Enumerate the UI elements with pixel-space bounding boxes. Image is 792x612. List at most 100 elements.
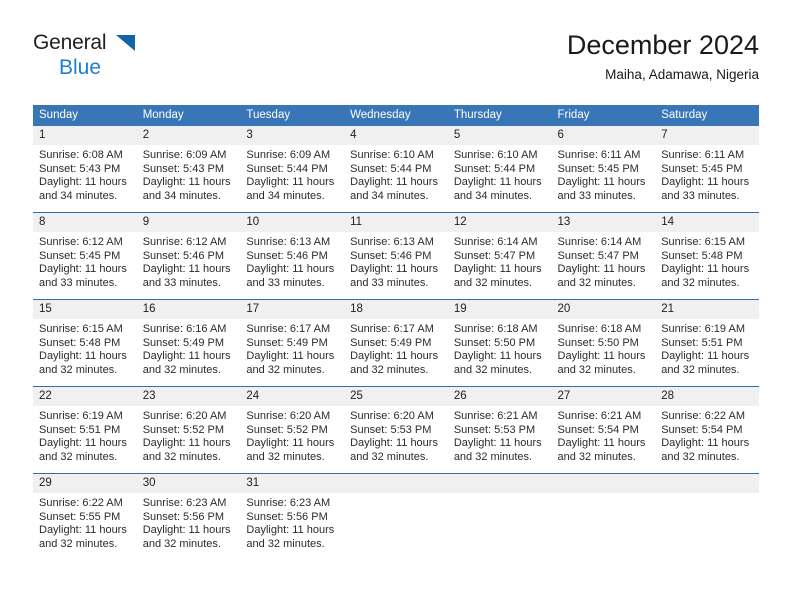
calendar-day-cell[interactable]: 17 Sunrise: 6:17 AM Sunset: 5:49 PM Dayl… [240,299,345,387]
sunset-text: Sunset: 5:44 PM [350,162,432,175]
sunset-text: Sunset: 5:48 PM [39,336,121,349]
day-number: 1 [33,126,137,145]
daylight-text: Daylight: 11 hours and 32 minutes. [453,263,542,289]
day-details: Sunrise: 6:08 AM Sunset: 5:43 PM Dayligh… [33,145,137,203]
sunrise-text: Sunrise: 6:22 AM [39,497,123,509]
day-number: 23 [136,387,241,406]
sunset-text: Sunset: 5:51 PM [39,423,121,436]
sunrise-text: Sunrise: 6:22 AM [661,410,745,422]
sunrise-text: Sunrise: 6:18 AM [453,323,538,335]
daylight-text: Daylight: 11 hours and 33 minutes. [557,176,646,202]
calendar-day-cell[interactable]: 28 Sunrise: 6:22 AM Sunset: 5:54 PM Dayl… [655,386,759,474]
calendar-day-cell[interactable]: 1 Sunrise: 6:08 AM Sunset: 5:43 PM Dayli… [33,126,137,213]
calendar-day-cell[interactable]: 21 Sunrise: 6:19 AM Sunset: 5:51 PM Dayl… [655,299,759,387]
sunrise-text: Sunrise: 6:20 AM [246,410,331,422]
daylight-text: Daylight: 11 hours and 32 minutes. [557,263,646,289]
day-number: 15 [33,300,137,319]
calendar-day-cell[interactable]: 11 Sunrise: 6:13 AM Sunset: 5:46 PM Dayl… [344,212,448,300]
sunset-text: Sunset: 5:45 PM [39,249,121,262]
daylight-text: Daylight: 11 hours and 33 minutes. [246,263,335,289]
daylight-text: Daylight: 11 hours and 32 minutes. [246,437,335,463]
sunrise-text: Sunrise: 6:15 AM [39,323,123,335]
calendar-day-cell[interactable]: 25 Sunrise: 6:20 AM Sunset: 5:53 PM Dayl… [344,386,448,474]
daylight-text: Daylight: 11 hours and 32 minutes. [142,350,231,376]
sunset-text: Sunset: 5:44 PM [453,162,536,175]
day-number: 11 [344,213,448,232]
day-details: Sunrise: 6:17 AM Sunset: 5:49 PM Dayligh… [240,319,344,377]
daylight-text: Daylight: 11 hours and 32 minutes. [350,437,438,463]
sunrise-text: Sunrise: 6:17 AM [350,323,434,335]
day-details: Sunrise: 6:19 AM Sunset: 5:51 PM Dayligh… [33,406,137,464]
day-details: Sunrise: 6:19 AM Sunset: 5:51 PM Dayligh… [655,319,759,377]
daylight-text: Daylight: 11 hours and 34 minutes. [350,176,438,202]
sunset-text: Sunset: 5:51 PM [661,336,743,349]
day-number: 28 [655,387,759,406]
sunrise-text: Sunrise: 6:19 AM [661,323,745,335]
calendar-day-cell[interactable]: 12 Sunrise: 6:14 AM Sunset: 5:47 PM Dayl… [447,212,552,300]
day-details: Sunrise: 6:22 AM Sunset: 5:55 PM Dayligh… [33,493,137,551]
day-number: 16 [136,300,241,319]
calendar-day-cell[interactable]: 30 Sunrise: 6:23 AM Sunset: 5:56 PM Dayl… [136,473,241,560]
day-details: Sunrise: 6:15 AM Sunset: 5:48 PM Dayligh… [655,232,759,290]
weekday-header-wednesday: Wednesday [344,105,448,126]
calendar-day-cell[interactable]: 20 Sunrise: 6:18 AM Sunset: 5:50 PM Dayl… [551,299,656,387]
calendar-day-cell[interactable]: 8 Sunrise: 6:12 AM Sunset: 5:45 PM Dayli… [33,212,137,300]
sunset-text: Sunset: 5:45 PM [661,162,743,175]
weekday-header-tuesday: Tuesday [240,105,345,126]
weekday-header-saturday: Saturday [655,105,759,126]
day-number: 20 [551,300,656,319]
calendar-day-cell[interactable]: 2 Sunrise: 6:09 AM Sunset: 5:43 PM Dayli… [136,126,241,213]
calendar-day-cell[interactable]: 31 Sunrise: 6:23 AM Sunset: 5:56 PM Dayl… [240,473,345,560]
day-number: 30 [136,474,241,493]
day-details: Sunrise: 6:12 AM Sunset: 5:46 PM Dayligh… [137,232,241,290]
calendar-day-cell[interactable]: 24 Sunrise: 6:20 AM Sunset: 5:52 PM Dayl… [240,386,345,474]
day-details: Sunrise: 6:22 AM Sunset: 5:54 PM Dayligh… [655,406,759,464]
calendar-day-cell[interactable]: 26 Sunrise: 6:21 AM Sunset: 5:53 PM Dayl… [447,386,552,474]
calendar-day-cell[interactable]: 22 Sunrise: 6:19 AM Sunset: 5:51 PM Dayl… [33,386,137,474]
sunrise-text: Sunrise: 6:13 AM [350,236,434,248]
day-number: 22 [33,387,137,406]
calendar-day-cell[interactable]: 3 Sunrise: 6:09 AM Sunset: 5:44 PM Dayli… [240,126,345,213]
brand-logo[interactable]: General Blue [33,32,153,84]
weekday-header-monday: Monday [136,105,241,126]
calendar-day-cell[interactable]: 5 Sunrise: 6:10 AM Sunset: 5:44 PM Dayli… [447,126,552,213]
sunrise-text: Sunrise: 6:11 AM [661,149,745,161]
calendar-day-cell[interactable]: 6 Sunrise: 6:11 AM Sunset: 5:45 PM Dayli… [551,126,656,213]
day-details: Sunrise: 6:13 AM Sunset: 5:46 PM Dayligh… [344,232,448,290]
day-number: 6 [551,126,656,145]
daylight-text: Daylight: 11 hours and 33 minutes. [39,263,127,289]
daylight-text: Daylight: 11 hours and 32 minutes. [453,350,542,376]
sunrise-text: Sunrise: 6:10 AM [453,149,538,161]
calendar-day-cell[interactable]: 14 Sunrise: 6:15 AM Sunset: 5:48 PM Dayl… [655,212,759,300]
calendar-week-row: 22 Sunrise: 6:19 AM Sunset: 5:51 PM Dayl… [33,386,759,474]
calendar-day-cell[interactable]: 27 Sunrise: 6:21 AM Sunset: 5:54 PM Dayl… [551,386,656,474]
calendar-day-cell[interactable]: 16 Sunrise: 6:16 AM Sunset: 5:49 PM Dayl… [136,299,241,387]
daylight-text: Daylight: 11 hours and 34 minutes. [246,176,335,202]
calendar-day-cell[interactable]: 19 Sunrise: 6:18 AM Sunset: 5:50 PM Dayl… [447,299,552,387]
day-details: Sunrise: 6:17 AM Sunset: 5:49 PM Dayligh… [344,319,448,377]
day-details: Sunrise: 6:09 AM Sunset: 5:44 PM Dayligh… [240,145,344,203]
day-number: 18 [344,300,448,319]
page-title: December 2024 [566,30,759,60]
daylight-text: Daylight: 11 hours and 34 minutes. [39,176,127,202]
calendar-day-cell[interactable]: 13 Sunrise: 6:14 AM Sunset: 5:47 PM Dayl… [551,212,656,300]
day-number: 19 [447,300,552,319]
calendar-day-cell[interactable]: 4 Sunrise: 6:10 AM Sunset: 5:44 PM Dayli… [344,126,448,213]
calendar-day-cell[interactable]: 9 Sunrise: 6:12 AM Sunset: 5:46 PM Dayli… [136,212,241,300]
calendar-day-cell[interactable]: 18 Sunrise: 6:17 AM Sunset: 5:49 PM Dayl… [344,299,448,387]
day-details: Sunrise: 6:10 AM Sunset: 5:44 PM Dayligh… [344,145,448,203]
calendar-day-cell[interactable]: 15 Sunrise: 6:15 AM Sunset: 5:48 PM Dayl… [33,299,137,387]
calendar-day-cell[interactable]: 10 Sunrise: 6:13 AM Sunset: 5:46 PM Dayl… [240,212,345,300]
sunset-text: Sunset: 5:47 PM [453,249,536,262]
sunset-text: Sunset: 5:48 PM [661,249,743,262]
daylight-text: Daylight: 11 hours and 32 minutes. [39,437,127,463]
day-number: 27 [551,387,656,406]
calendar-day-cell[interactable]: 29 Sunrise: 6:22 AM Sunset: 5:55 PM Dayl… [33,473,137,560]
sunrise-text: Sunrise: 6:17 AM [246,323,331,335]
calendar-day-cell[interactable]: 7 Sunrise: 6:11 AM Sunset: 5:45 PM Dayli… [655,126,759,213]
day-details: Sunrise: 6:11 AM Sunset: 5:45 PM Dayligh… [655,145,759,203]
sunset-text: Sunset: 5:49 PM [246,336,328,349]
calendar-day-cell[interactable]: 23 Sunrise: 6:20 AM Sunset: 5:52 PM Dayl… [136,386,241,474]
sunset-text: Sunset: 5:53 PM [350,423,432,436]
day-number: 3 [240,126,345,145]
